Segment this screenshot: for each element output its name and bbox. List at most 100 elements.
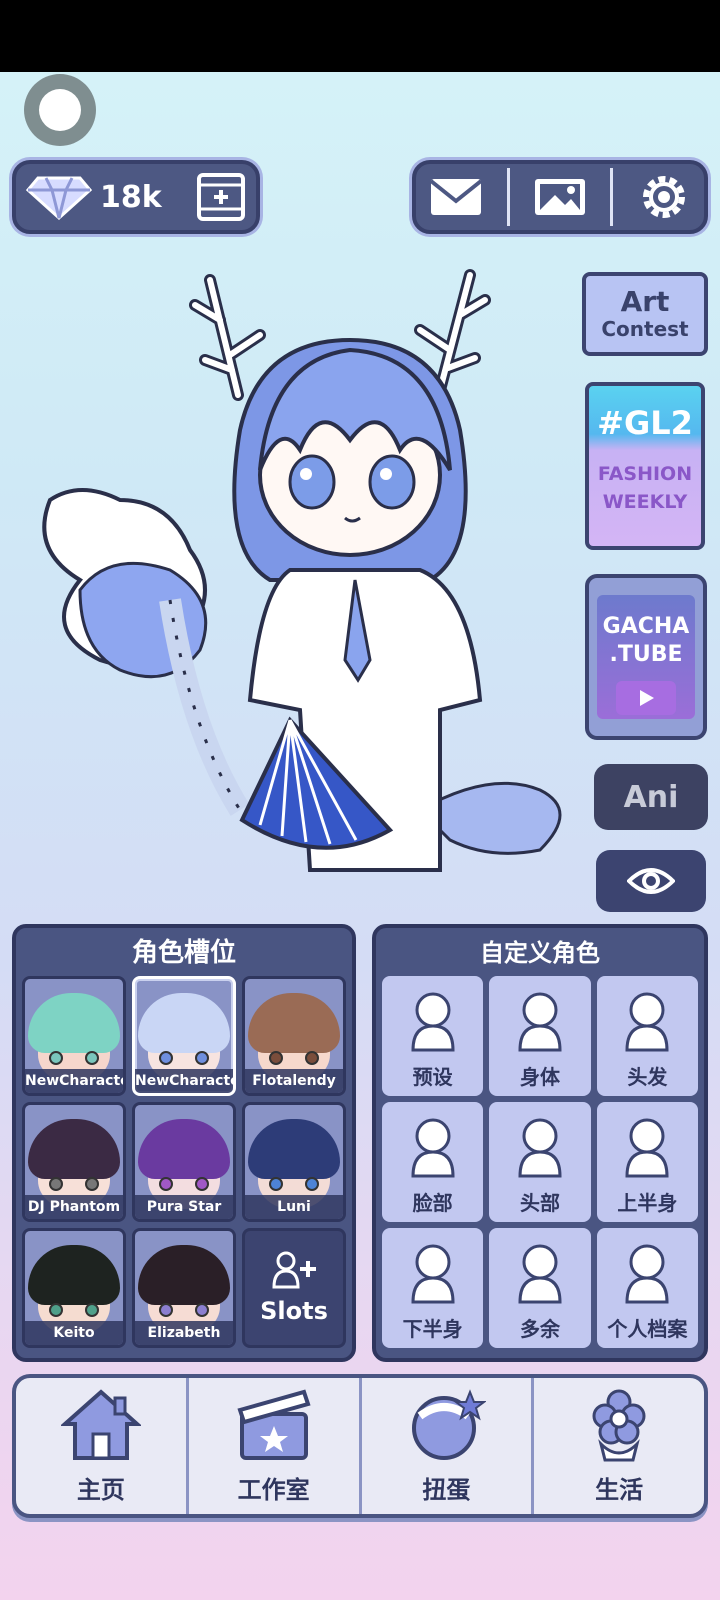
record-button[interactable] — [24, 74, 96, 146]
face-icon — [397, 1109, 469, 1183]
nav-studio[interactable]: 工作室 — [189, 1378, 362, 1514]
customize-category-button[interactable]: 脸部 — [382, 1102, 484, 1222]
toolbar-divider — [610, 168, 614, 226]
add-person-icon — [272, 1251, 316, 1289]
slot-eyes — [49, 1177, 99, 1191]
slot-name: Luni — [245, 1195, 343, 1219]
slot-hair — [28, 993, 120, 1053]
customize-category-button[interactable]: 预设 — [382, 976, 484, 1096]
category-label: 多余 — [519, 1317, 560, 1341]
customize-category-button[interactable]: 身体 — [489, 976, 591, 1096]
gl2-fashion-weekly-button[interactable]: #GL2 FASHION WEEKLY — [585, 382, 705, 550]
art-contest-subtitle: Contest — [601, 317, 689, 341]
category-label: 头发 — [627, 1065, 668, 1089]
profile-icon — [611, 1235, 683, 1309]
slot-name: Keito — [25, 1321, 123, 1345]
toggle-visibility-button[interactable] — [596, 850, 706, 912]
gem-counter: 18k — [12, 160, 260, 234]
nav-home-label: 主页 — [76, 1475, 125, 1504]
gear-icon — [642, 176, 685, 218]
customize-grid: 预设 身体 头发脸部 头部 上半身下半身 多余 个人档案 — [376, 972, 704, 1354]
art-contest-title: Art — [620, 285, 670, 318]
gallery-button[interactable] — [530, 172, 590, 222]
customize-category-button[interactable]: 多余 — [489, 1228, 591, 1348]
slot-hair — [138, 993, 230, 1053]
customize-category-button[interactable]: 下半身 — [382, 1228, 484, 1348]
character-slot[interactable]: NewCharacte — [132, 976, 236, 1096]
slot-eyes — [49, 1051, 99, 1065]
character-preview[interactable] — [20, 250, 580, 910]
settings-button[interactable] — [634, 172, 694, 222]
character-slot[interactable]: Keito — [22, 1228, 126, 1348]
watch-ad-film-icon[interactable] — [196, 172, 246, 222]
top-toolbar — [412, 160, 708, 234]
slot-eyes — [269, 1051, 319, 1065]
slot-name: Flotalendy — [245, 1069, 343, 1093]
slot-hair — [28, 1119, 120, 1179]
mail-icon — [429, 179, 483, 215]
gacha-tube-button[interactable]: GACHA .TUBE — [585, 574, 707, 740]
house-icon — [60, 1388, 141, 1460]
slot-eyes — [49, 1303, 99, 1317]
nav-home[interactable]: 主页 — [16, 1378, 189, 1514]
gacha-tube-line1: GACHA — [602, 614, 690, 639]
customize-category-button[interactable]: 头部 — [489, 1102, 591, 1222]
play-icon — [616, 681, 676, 715]
category-label: 身体 — [519, 1065, 560, 1089]
bottom-navigation: 主页 工作室 扭蛋 生活 — [12, 1374, 708, 1518]
category-label: 头部 — [519, 1191, 560, 1215]
lower-body-icon — [397, 1235, 469, 1309]
status-bar — [0, 0, 720, 72]
slot-name: NewCharacte — [135, 1069, 233, 1093]
slot-name: Elizabeth — [135, 1321, 233, 1345]
toolbar-divider — [506, 168, 510, 226]
character-slot[interactable]: NewCharacter — [22, 976, 126, 1096]
preset-icon — [397, 983, 469, 1057]
category-label: 个人档案 — [607, 1317, 688, 1341]
clapperboard-icon — [237, 1389, 311, 1460]
slot-eyes — [269, 1177, 319, 1191]
category-label: 脸部 — [412, 1191, 453, 1215]
customize-panel-title: 自定义角色 — [480, 938, 600, 967]
slot-eyes — [159, 1177, 209, 1191]
flower-icon — [592, 1389, 646, 1461]
gacha-capsule-icon — [412, 1388, 487, 1460]
head-accessory-icon — [504, 1109, 576, 1183]
slot-hair — [138, 1245, 230, 1305]
character-slot[interactable]: Flotalendy — [242, 976, 346, 1096]
slot-eyes — [159, 1051, 209, 1065]
nav-life[interactable]: 生活 — [534, 1378, 704, 1514]
character-slot[interactable]: Luni — [242, 1102, 346, 1222]
gacha-tube-line2: .TUBE — [609, 642, 683, 667]
character-slot[interactable]: Elizabeth — [132, 1228, 236, 1348]
slots-panel-title: 角色槽位 — [131, 937, 236, 968]
nav-studio-label: 工作室 — [237, 1475, 310, 1504]
gl2-line2: WEEKLY — [602, 491, 688, 513]
slot-name: DJ Phantom — [25, 1195, 123, 1219]
customize-category-button[interactable]: 上半身 — [596, 1102, 698, 1222]
category-label: 上半身 — [617, 1191, 678, 1215]
nav-gacha[interactable]: 扭蛋 — [362, 1378, 535, 1514]
upper-body-icon — [611, 1109, 683, 1183]
gl2-line1: FASHION — [597, 463, 693, 485]
diamond-icon — [26, 176, 92, 221]
category-label: 预设 — [412, 1065, 453, 1089]
image-icon — [534, 179, 585, 215]
hair-icon — [611, 983, 683, 1057]
slot-hair — [248, 993, 340, 1053]
character-slot[interactable]: DJ Phantom — [22, 1102, 126, 1222]
slots-grid: NewCharacter NewCharacte Flotalendy DJ Phan… — [16, 972, 352, 1354]
customize-character-panel: 自定义角色 预设 身体 头发脸部 头部 上半身下半身 多余 个人档案 — [372, 924, 708, 1362]
slot-hair — [28, 1245, 120, 1305]
add-slot-button[interactable]: Slots — [242, 1228, 346, 1348]
customize-category-button[interactable]: 头发 — [596, 976, 698, 1096]
customize-category-button[interactable]: 个人档案 — [596, 1228, 698, 1348]
slot-eyes — [159, 1303, 209, 1317]
animation-button[interactable]: Ani — [594, 764, 708, 830]
art-contest-button[interactable]: Art Contest — [582, 272, 708, 356]
character-slots-panel: 角色槽位 NewCharacter NewCharacte Flotalendy DJ… — [12, 924, 356, 1362]
character-slot[interactable]: Pura Star — [132, 1102, 236, 1222]
eye-icon — [627, 868, 675, 894]
ani-label: Ani — [623, 779, 679, 815]
mail-button[interactable] — [426, 172, 486, 222]
